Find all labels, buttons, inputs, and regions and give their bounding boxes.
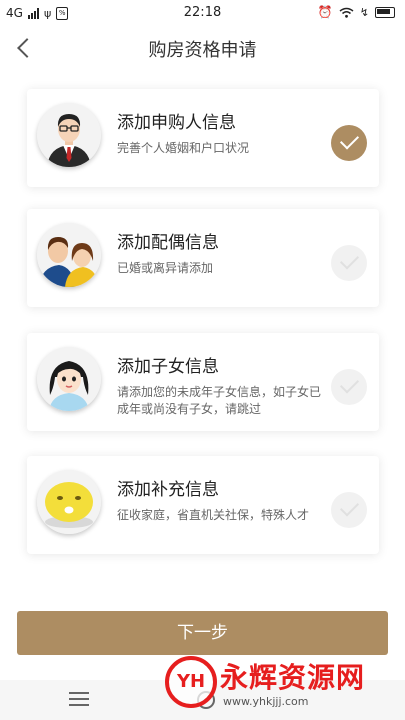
checkmark-icon <box>331 492 367 528</box>
card-description: 征收家庭，省直机关社保，特殊人才 <box>117 508 310 522</box>
card-children-info[interactable]: 添加子女信息 请添加您的未成年子女信息，如子女已成年或尚没有子女，请跳过 <box>27 333 379 431</box>
menu-icon[interactable] <box>69 692 89 706</box>
page-title: 购房资格申请 <box>148 40 257 61</box>
girl-avatar <box>37 347 101 411</box>
card-title: 添加补充信息 <box>117 480 219 500</box>
card-applicant-info[interactable]: 添加申购人信息 完善个人婚姻和户口状况 <box>27 89 379 187</box>
card-description: 完善个人婚姻和户口状况 <box>117 141 250 155</box>
watermark-text: 永辉资源网 <box>220 661 366 694</box>
card-description: 请添加您的未成年子女信息，如子女已成年或尚没有子女，请跳过 <box>117 385 322 416</box>
watermark-logo: YH <box>165 656 217 708</box>
watermark: YH 永辉资源网 www.yhkjjj.com <box>165 648 390 720</box>
card-title: 添加申购人信息 <box>117 113 236 133</box>
watermark-url: www.yhkjjj.com <box>223 695 309 708</box>
card-title: 添加配偶信息 <box>117 233 219 253</box>
businessman-avatar <box>37 103 101 167</box>
header: 购房资格申请 <box>0 26 405 70</box>
card-spouse-info[interactable]: 添加配偶信息 已婚或离异请添加 <box>27 209 379 307</box>
checkmark-icon <box>331 125 367 161</box>
charging-icon: ↯ <box>359 5 369 19</box>
card-title: 添加子女信息 <box>117 357 219 377</box>
checkmark-icon <box>331 369 367 405</box>
alarm-icon: ⏰ <box>317 5 333 19</box>
couple-avatar <box>37 223 101 287</box>
wifi-icon <box>339 7 354 18</box>
card-description: 已婚或离异请添加 <box>117 261 214 275</box>
status-right: ⏰ ↯ <box>318 5 395 19</box>
card-supplementary-info[interactable]: 添加补充信息 征收家庭，省直机关社保，特殊人才 <box>27 456 379 554</box>
battery-icon <box>375 6 395 18</box>
checkmark-icon <box>331 245 367 281</box>
status-bar: 4G ψ % 22:18 ⏰ ↯ <box>0 0 405 26</box>
smiley-avatar <box>37 470 101 534</box>
